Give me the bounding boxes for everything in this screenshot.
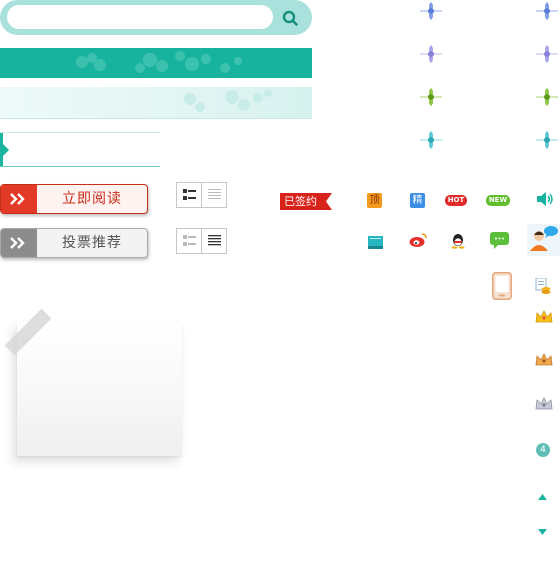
signed-label: 已签约 [284, 195, 317, 208]
read-now-label: 立即阅读 [62, 191, 122, 207]
customer-service-icon[interactable] [527, 224, 560, 256]
hot-tag-icon: HOT [445, 195, 467, 206]
search-input[interactable] [7, 5, 273, 29]
top-tag-icon: 顶 [367, 193, 382, 208]
weibo-icon[interactable] [409, 232, 428, 252]
vote-recommend-button[interactable]: 投票推荐 [0, 228, 148, 258]
ornament-icon-cyan [534, 129, 560, 155]
list-view-icon[interactable] [201, 183, 226, 207]
double-chevron-icon [1, 185, 37, 213]
gold-crown-icon [535, 309, 553, 328]
ornament-icon-blue [418, 0, 444, 26]
read-now-button[interactable]: 立即阅读 [0, 184, 148, 214]
book-icon[interactable] [368, 234, 383, 253]
section-tab-strip[interactable] [0, 132, 160, 167]
header-banner-light [0, 87, 312, 119]
ornament-icon-green [418, 86, 444, 112]
fine-tag-icon: 精 [410, 193, 425, 208]
bronze-crown-icon [535, 352, 553, 372]
ornament-icon-blue [534, 0, 560, 26]
view-toggle-bottom [176, 228, 227, 254]
grid-view-icon[interactable] [177, 183, 201, 207]
vote-recommend-label: 投票推荐 [62, 235, 122, 251]
number-badge: 4 [536, 443, 550, 457]
search-icon[interactable] [278, 6, 302, 30]
floral-pattern-icon [184, 89, 272, 112]
double-chevron-icon [1, 229, 37, 257]
arrow-down-icon[interactable] [538, 520, 547, 539]
ornament-icon-lavender [418, 43, 444, 69]
view-toggle-top [176, 182, 227, 208]
ornament-icon-lavender [534, 43, 560, 69]
search-bar [0, 0, 312, 35]
document-coin-icon[interactable] [535, 277, 551, 298]
tab-arrow-icon [3, 144, 9, 156]
new-tag-icon: NEW [486, 195, 510, 206]
arrow-up-icon[interactable] [538, 485, 547, 504]
mobile-phone-icon[interactable] [492, 272, 512, 304]
sticky-note-paper [17, 322, 182, 456]
silver-crown-icon [535, 396, 553, 416]
ornament-icon-green [534, 86, 560, 112]
speaker-icon[interactable] [536, 191, 554, 211]
grid-view-icon[interactable] [177, 229, 201, 253]
chat-bubble-icon[interactable] [490, 232, 509, 253]
ornament-icon-cyan [418, 129, 444, 155]
qq-icon[interactable] [451, 233, 465, 253]
header-banner-dark [0, 48, 312, 78]
floral-pattern-icon [76, 51, 242, 73]
list-view-icon[interactable] [201, 229, 226, 253]
signed-badge: 已签约 [280, 193, 332, 210]
